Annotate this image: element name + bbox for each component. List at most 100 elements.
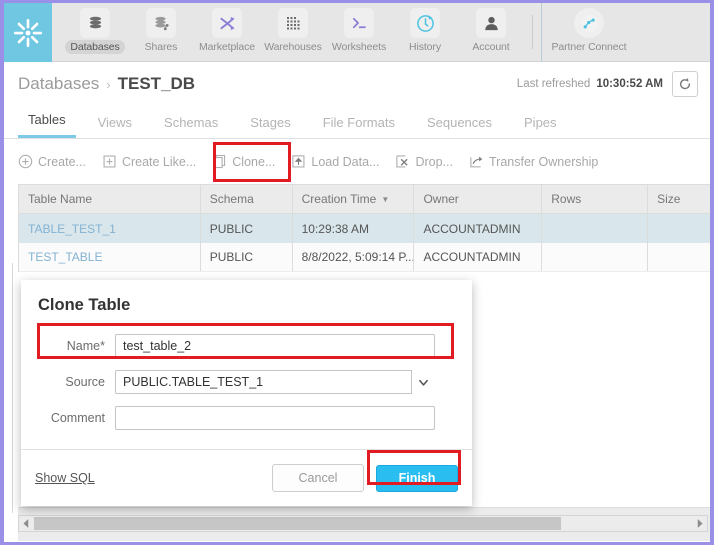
tab-file-formats[interactable]: File Formats [313,115,405,138]
tab-sequences[interactable]: Sequences [417,115,502,138]
show-sql-link[interactable]: Show SQL [35,471,95,485]
nav-label: Databases [65,40,125,54]
transfer-ownership-button[interactable]: Transfer Ownership [469,154,598,169]
source-select-value[interactable] [115,370,435,394]
scroll-right-arrow-icon[interactable] [692,516,707,531]
transfer-icon [470,156,483,168]
tool-label: Create... [38,154,86,169]
column-header-label: Creation Time [301,192,377,206]
nav-items: Databases Shares Marketplace Warehouses … [52,3,541,61]
finish-button[interactable]: Finish [376,464,458,492]
nav-label: History [409,41,441,53]
form-row-comment: Comment [21,406,472,430]
column-header-schema[interactable]: Schema [201,185,293,213]
nav-item-marketplace[interactable]: Marketplace [194,3,260,54]
cell-rows [542,214,649,243]
comment-label: Comment [50,411,105,425]
column-header-size[interactable]: Size [648,185,710,213]
object-type-tabs: Tables Views Schemas Stages File Formats… [4,106,710,139]
tab-stages[interactable]: Stages [240,115,300,138]
create-button[interactable]: Create... [18,154,86,169]
cancel-button[interactable]: Cancel [272,464,364,492]
tab-tables[interactable]: Tables [18,112,76,138]
dialog-form: Name* Source Comment [21,315,472,430]
tab-views[interactable]: Views [88,115,142,138]
nav-divider [532,15,533,49]
create-like-button[interactable]: Create Like... [102,154,196,169]
snowflake-web-ui: Databases Shares Marketplace Warehouses … [0,0,714,545]
name-label-text: Name [66,339,101,353]
shuffle-icon [212,8,242,38]
breadcrumb-current: TEST_DB [117,74,196,93]
table-row[interactable]: TABLE_TEST_1 PUBLIC 10:29:38 AM ACCOUNTA… [19,214,710,243]
nav-item-partner-connect[interactable]: Partner Connect [552,3,627,54]
column-header-owner[interactable]: Owner [414,185,543,213]
required-marker: * [100,339,105,353]
column-header-rows[interactable]: Rows [542,185,649,213]
load-data-button[interactable]: Load Data... [291,154,379,169]
last-refreshed-label: Last refreshed [516,78,591,90]
snowflake-icon [13,18,43,47]
partner-connect-icon [574,8,604,38]
form-row-source: Source [21,370,472,394]
nav-item-databases[interactable]: Databases [62,3,128,54]
cell-schema: PUBLIC [201,243,293,271]
refresh-icon [679,78,691,90]
nav-label: Partner Connect [551,41,627,53]
tab-pipes[interactable]: Pipes [514,115,567,138]
dialog-title: Clone Table [38,296,131,314]
sort-caret-icon: ▼ [381,194,390,204]
user-icon [476,8,506,38]
drop-button[interactable]: Drop... [395,154,453,169]
table-header-row: Table Name Schema Creation Time ▼ Owner … [19,185,710,214]
nav-item-account[interactable]: Account [458,3,524,54]
chevron-down-icon[interactable] [411,370,435,394]
terminal-icon [344,8,374,38]
scrollbar-track[interactable] [34,516,692,531]
scrollbar-thumb[interactable] [34,517,561,530]
nav-label: Account [472,41,510,53]
cell-size [648,214,710,243]
drop-x-icon [396,155,409,168]
nav-label: Warehouses [264,41,322,53]
tool-label: Drop... [415,154,453,169]
nav-item-history[interactable]: History [392,3,458,54]
cell-creation-time: 10:29:38 AM [293,214,415,243]
source-select[interactable] [115,370,435,394]
tool-label: Transfer Ownership [489,154,599,169]
nav-item-warehouses[interactable]: Warehouses [260,3,326,54]
nav-label: Shares [144,41,178,53]
nav-right-section: Partner Connect [542,3,627,61]
grid-icon [278,8,308,38]
column-header-table-name[interactable]: Table Name [19,185,201,213]
dialog-footer: Show SQL Cancel Finish [21,449,472,506]
tool-label: Create Like... [121,154,197,169]
horizontal-scrollbar[interactable] [18,515,708,532]
breadcrumb-root[interactable]: Databases [18,74,99,94]
table-row[interactable]: TEST_TABLE PUBLIC 8/8/2022, 5:09:14 P...… [19,243,710,272]
tool-label: Clone... [232,154,276,169]
comment-input[interactable] [115,406,435,430]
cell-table-name[interactable]: TABLE_TEST_1 [19,214,201,243]
clone-icon [213,154,226,169]
snowflake-logo[interactable] [4,3,52,62]
tables-grid: Table Name Schema Creation Time ▼ Owner … [18,184,710,272]
last-refreshed-time: 10:30:52 AM [596,78,663,90]
clock-arrow-icon [410,8,440,38]
cell-rows [542,243,649,271]
name-input[interactable] [115,334,435,358]
tab-schemas[interactable]: Schemas [154,115,228,138]
cell-table-name[interactable]: TEST_TABLE [19,243,201,271]
scroll-left-arrow-icon[interactable] [19,516,34,531]
actions-toolbar: Create... Create Like... Clone... Load D… [4,140,710,183]
nav-item-shares[interactable]: Shares [128,3,194,54]
refresh-button[interactable] [672,71,698,97]
cell-size [648,243,710,271]
panel-divider [12,263,13,513]
column-header-creation-time[interactable]: Creation Time ▼ [293,185,415,213]
breadcrumb-bar: Databases › TEST_DB Last refreshed 10:30… [4,62,710,106]
nav-item-worksheets[interactable]: Worksheets [326,3,392,54]
form-row-name: Name* [21,334,472,358]
shares-icon [146,8,176,38]
clone-button[interactable]: Clone... [212,154,275,169]
